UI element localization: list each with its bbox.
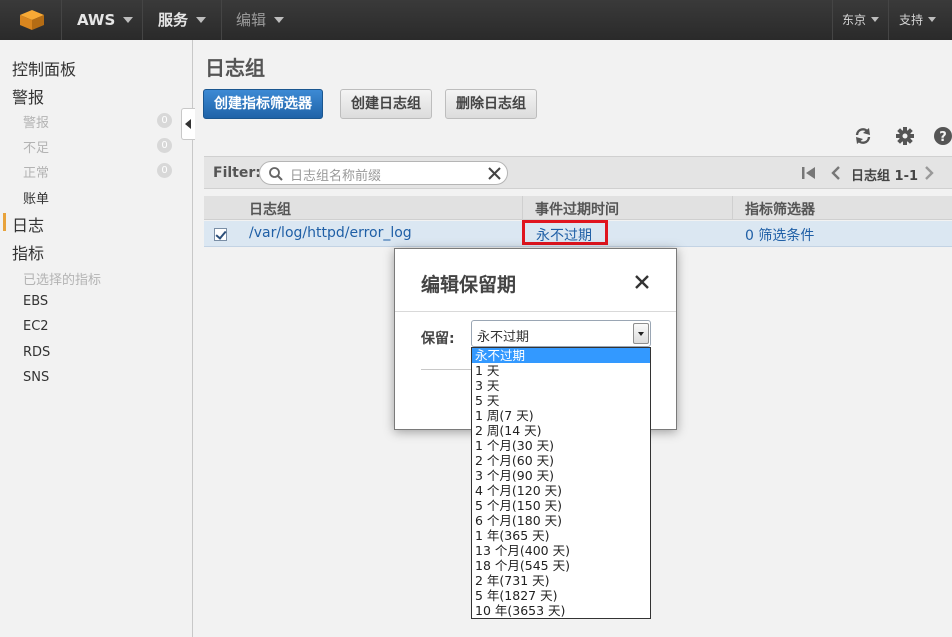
support-menu-label: 支持 (899, 13, 924, 27)
chevron-down-icon (871, 17, 880, 22)
close-icon[interactable] (633, 273, 651, 291)
delete-log-group-button[interactable]: 删除日志组 (445, 89, 537, 119)
retention-option[interactable]: 1 天 (472, 363, 650, 378)
topbar-divider (221, 0, 222, 40)
collapse-sidebar-button[interactable] (181, 108, 195, 140)
services-menu-label: 服务 (158, 11, 189, 29)
retention-option[interactable]: 5 天 (472, 393, 650, 408)
pagination-label: 日志组 1-1 (851, 169, 919, 184)
retention-option[interactable]: 2 个月(60 天) (472, 453, 650, 468)
topbar-divider (142, 0, 143, 40)
dialog-divider (395, 311, 676, 312)
edit-menu-label: 编辑 (236, 11, 267, 29)
retention-label: 保留: (421, 331, 455, 347)
help-icon[interactable]: ? (933, 126, 952, 146)
chevron-down-icon (196, 16, 207, 23)
aws-menu[interactable]: AWS (77, 0, 134, 40)
retention-option[interactable]: 永不过期 (472, 348, 650, 363)
sidebar-item-alarms[interactable]: 警报 (12, 84, 44, 108)
sidebar-item-billing[interactable]: 账单 (23, 188, 49, 207)
chevron-down-icon (123, 16, 134, 23)
refresh-icon[interactable] (853, 126, 873, 146)
retention-select[interactable]: 永不过期 (471, 320, 651, 347)
edit-menu[interactable]: 编辑 (236, 0, 285, 40)
retention-dropdown-list: 永不过期 1 天3 天5 天1 周(7 天) 2 周(14 天) 1 个月(30 天)… (471, 347, 651, 619)
table-row[interactable]: /var/log/httpd/error_log 永不过期 0 筛选条件 (204, 220, 952, 247)
sidebar-item-insufficient[interactable]: 不足 (23, 137, 49, 156)
create-metric-filter-button[interactable]: 创建指标筛选器 (203, 89, 323, 119)
retention-option[interactable]: 13 个月(400 天) (472, 543, 650, 558)
chevron-down-icon (274, 16, 285, 23)
clear-search-icon[interactable] (488, 167, 501, 180)
log-group-link[interactable]: /var/log/httpd/error_log (249, 225, 412, 241)
filter-label: Filter: (213, 165, 261, 181)
next-page-icon[interactable] (924, 166, 934, 180)
retention-option[interactable]: 6 个月(180 天) (472, 513, 650, 528)
sidebar-item-sns[interactable]: SNS (23, 370, 49, 385)
insufficient-count-badge: 0 (157, 138, 172, 153)
retention-option[interactable]: 5 年(1827 天) (472, 588, 650, 603)
ok-count-badge: 0 (157, 163, 172, 178)
sidebar-item-ec2[interactable]: EC2 (23, 319, 49, 334)
page-title: 日志组 (205, 56, 265, 80)
column-header-log-group[interactable]: 日志组 (249, 199, 291, 219)
first-page-icon[interactable] (801, 166, 817, 180)
retention-option[interactable]: 1 年(365 天) (472, 528, 650, 543)
active-indicator (3, 213, 6, 231)
dialog-title: 编辑保留期 (421, 274, 517, 296)
retention-selected-value: 永不过期 (477, 330, 530, 345)
create-log-group-button[interactable]: 创建日志组 (340, 89, 432, 119)
sidebar-item-alarm-state[interactable]: 警报 (23, 112, 49, 131)
sidebar: 控制面板 警报 警报 0 不足 0 正常 0 账单 日志 指标 已选择的指标 E… (0, 40, 193, 637)
column-divider (732, 196, 733, 220)
retention-option[interactable]: 5 个月(150 天) (472, 498, 650, 513)
alarm-count-badge: 0 (157, 113, 172, 128)
svg-text:?: ? (939, 130, 947, 145)
previous-page-icon[interactable] (831, 166, 841, 180)
row-checkbox[interactable] (214, 228, 227, 241)
sidebar-item-rds[interactable]: RDS (23, 345, 50, 360)
region-menu[interactable]: 东京 (842, 0, 880, 40)
aws-menu-label: AWS (77, 11, 116, 29)
column-header-metric-filters[interactable]: 指标筛选器 (745, 199, 815, 219)
top-navigation-bar: AWS 服务 编辑 东京 支持 (0, 0, 952, 40)
chevron-down-icon (928, 17, 937, 22)
region-menu-label: 东京 (842, 13, 867, 27)
sidebar-item-selected-metrics[interactable]: 已选择的指标 (23, 269, 101, 288)
search-placeholder: 日志组名称前缀 (290, 169, 382, 184)
gear-icon[interactable] (895, 126, 915, 146)
aws-cube-logo-icon[interactable] (19, 9, 45, 31)
sidebar-item-ebs[interactable]: EBS (23, 294, 48, 309)
topbar-divider (888, 0, 889, 40)
retention-option[interactable]: 18 个月(545 天) (472, 558, 650, 573)
retention-option[interactable]: 1 周(7 天) (472, 408, 650, 423)
expiration-link[interactable]: 永不过期 (536, 225, 592, 245)
column-header-expiration[interactable]: 事件过期时间 (535, 199, 619, 219)
sidebar-item-ok[interactable]: 正常 (23, 162, 49, 181)
retention-option[interactable]: 3 个月(90 天) (472, 468, 650, 483)
column-divider (522, 196, 523, 220)
retention-option[interactable]: 1 个月(30 天) (472, 438, 650, 453)
table-header: 日志组 事件过期时间 指标筛选器 (204, 196, 952, 220)
sidebar-item-logs[interactable]: 日志 (12, 212, 44, 236)
retention-option[interactable]: 10 年(3653 天) (472, 603, 650, 618)
sidebar-item-metrics[interactable]: 指标 (12, 240, 44, 264)
chevron-left-icon (185, 119, 191, 129)
support-menu[interactable]: 支持 (899, 0, 937, 40)
retention-option[interactable]: 2 周(14 天) (472, 423, 650, 438)
search-icon (269, 167, 283, 181)
log-group-search-input[interactable]: 日志组名称前缀 (259, 161, 508, 185)
retention-option[interactable]: 3 天 (472, 378, 650, 393)
sidebar-item-dashboard[interactable]: 控制面板 (12, 56, 76, 80)
topbar-divider (832, 0, 833, 40)
filter-bar: Filter: 日志组名称前缀 日志组 1-1 (204, 156, 952, 189)
retention-option[interactable]: 2 年(731 天) (472, 573, 650, 588)
retention-option[interactable]: 4 个月(120 天) (472, 483, 650, 498)
topbar-divider (61, 0, 62, 40)
chevron-down-icon[interactable] (633, 323, 649, 344)
services-menu[interactable]: 服务 (158, 0, 207, 40)
metric-filters-link[interactable]: 0 筛选条件 (745, 225, 814, 245)
